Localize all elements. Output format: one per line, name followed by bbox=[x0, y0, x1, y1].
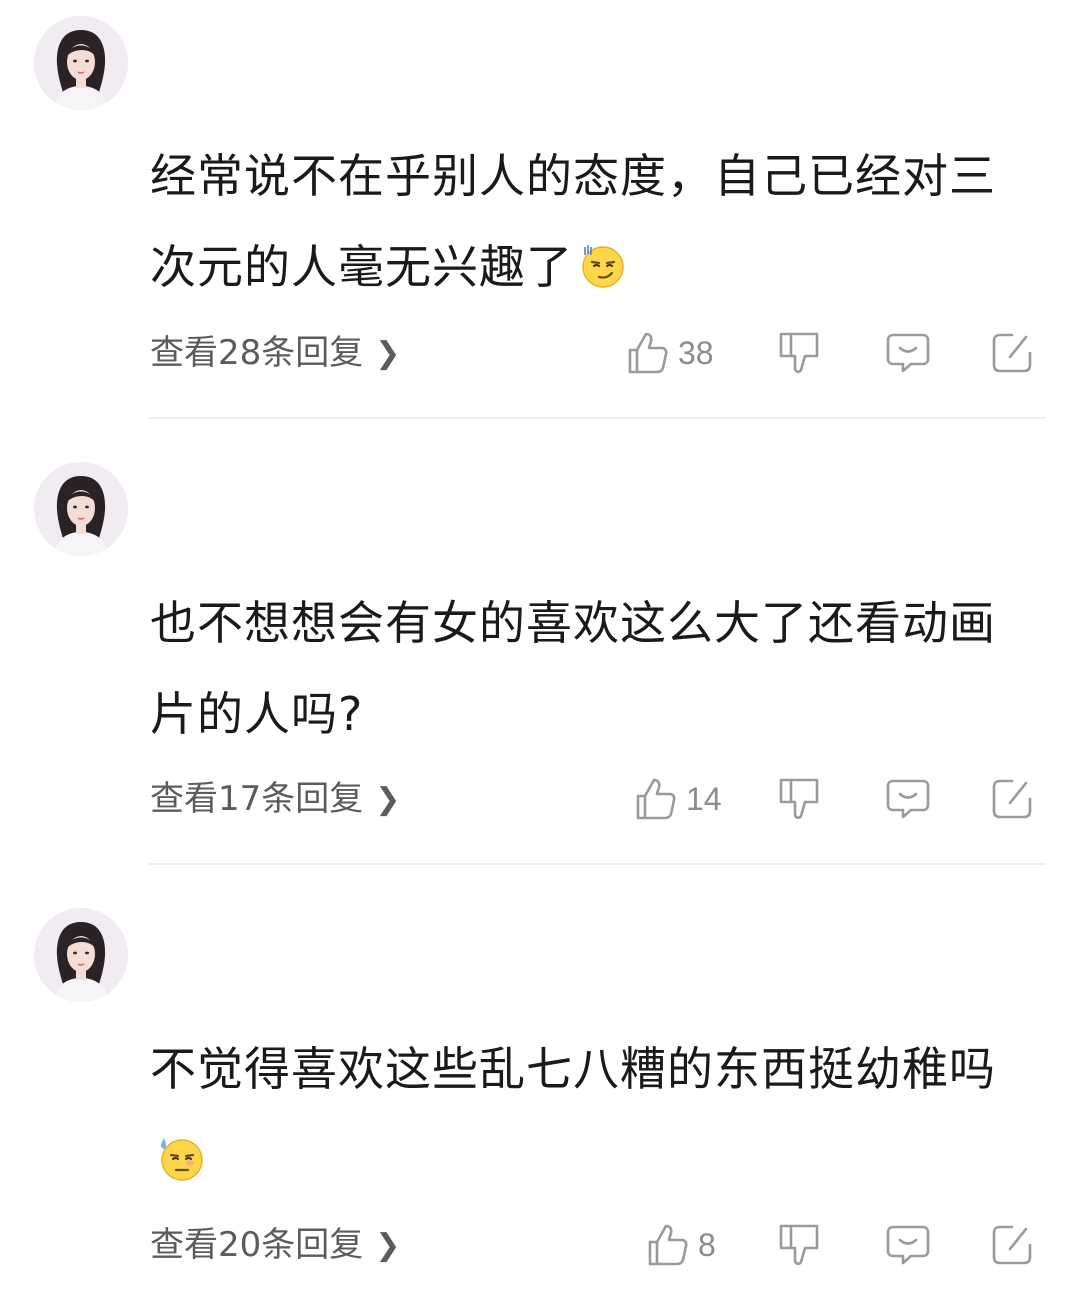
username[interactable] bbox=[150, 930, 450, 960]
like-count: 38 bbox=[678, 334, 714, 371]
edit-share-icon bbox=[992, 779, 1032, 819]
sweat-emoji-icon bbox=[160, 1138, 203, 1181]
comment-text: 不觉得喜欢这些乱七八糟的东西挺幼稚吗 bbox=[150, 1024, 1040, 1206]
share-button[interactable] bbox=[987, 1220, 1037, 1270]
like-button[interactable]: 38 bbox=[626, 328, 714, 378]
like-count: 8 bbox=[698, 1226, 716, 1263]
dislike-button[interactable] bbox=[774, 1220, 824, 1270]
like-count: 14 bbox=[686, 780, 722, 817]
avatar-image bbox=[34, 16, 128, 110]
thumb-up-icon bbox=[628, 332, 668, 374]
view-replies-link[interactable]: 查看28条回复 ❯ bbox=[150, 328, 400, 378]
comment-text-content: 不觉得喜欢这些乱七八糟的东西挺幼稚吗 bbox=[150, 1042, 996, 1096]
divider bbox=[148, 417, 1046, 419]
thumb-up-icon bbox=[636, 778, 676, 820]
avatar[interactable] bbox=[34, 462, 128, 556]
chevron-right-icon: ❯ bbox=[375, 336, 401, 371]
avatar-image bbox=[34, 908, 128, 1002]
avatar[interactable] bbox=[34, 16, 128, 110]
chevron-right-icon: ❯ bbox=[375, 782, 401, 817]
view-replies-label: 查看20条回复 bbox=[150, 1225, 364, 1265]
username[interactable] bbox=[150, 500, 450, 530]
thumb-down-icon bbox=[779, 1224, 819, 1266]
dislike-button[interactable] bbox=[774, 328, 824, 378]
view-replies-link[interactable]: 查看20条回复 ❯ bbox=[150, 1220, 400, 1270]
smirk-emoji-icon bbox=[582, 245, 624, 288]
chevron-right-icon: ❯ bbox=[375, 1228, 401, 1263]
thumb-down-icon bbox=[779, 778, 819, 820]
comment-text: 经常说不在乎别人的态度，自己已经对三次元的人毫无兴趣了 bbox=[150, 131, 1040, 313]
comment-text-content: 也不想想会有女的喜欢这么大了还看动画片的人吗? bbox=[150, 596, 996, 741]
reply-button[interactable] bbox=[883, 328, 933, 378]
view-replies-link[interactable]: 查看17条回复 ❯ bbox=[150, 774, 400, 824]
action-row: 查看17条回复 ❯ 14 bbox=[150, 774, 1040, 824]
comment-text: 也不想想会有女的喜欢这么大了还看动画片的人吗? bbox=[150, 578, 1040, 760]
comment-bubble-icon bbox=[886, 1225, 930, 1265]
reply-button[interactable] bbox=[883, 774, 933, 824]
comment-text-content: 经常说不在乎别人的态度，自己已经对三次元的人毫无兴趣了 bbox=[150, 149, 996, 294]
dislike-button[interactable] bbox=[774, 774, 824, 824]
avatar[interactable] bbox=[34, 908, 128, 1002]
comment-feed: 经常说不在乎别人的态度，自己已经对三次元的人毫无兴趣了 查看28条回复 ❯ 38 bbox=[0, 0, 1079, 1308]
view-replies-label: 查看17条回复 bbox=[150, 779, 364, 819]
action-row: 查看20条回复 ❯ 8 bbox=[150, 1220, 1040, 1270]
edit-share-icon bbox=[992, 333, 1032, 373]
divider bbox=[148, 863, 1046, 865]
share-button[interactable] bbox=[987, 774, 1037, 824]
username[interactable] bbox=[150, 70, 450, 100]
view-replies-label: 查看28条回复 bbox=[150, 333, 364, 373]
avatar-image bbox=[34, 462, 128, 556]
thumb-down-icon bbox=[779, 332, 819, 374]
like-button[interactable]: 8 bbox=[646, 1220, 716, 1270]
comment-bubble-icon bbox=[886, 779, 930, 819]
like-button[interactable]: 14 bbox=[634, 774, 722, 824]
share-button[interactable] bbox=[987, 328, 1037, 378]
thumb-up-icon bbox=[648, 1224, 688, 1266]
action-row: 查看28条回复 ❯ 38 bbox=[150, 328, 1040, 378]
reply-button[interactable] bbox=[883, 1220, 933, 1270]
comment-bubble-icon bbox=[886, 333, 930, 373]
edit-share-icon bbox=[992, 1225, 1032, 1265]
